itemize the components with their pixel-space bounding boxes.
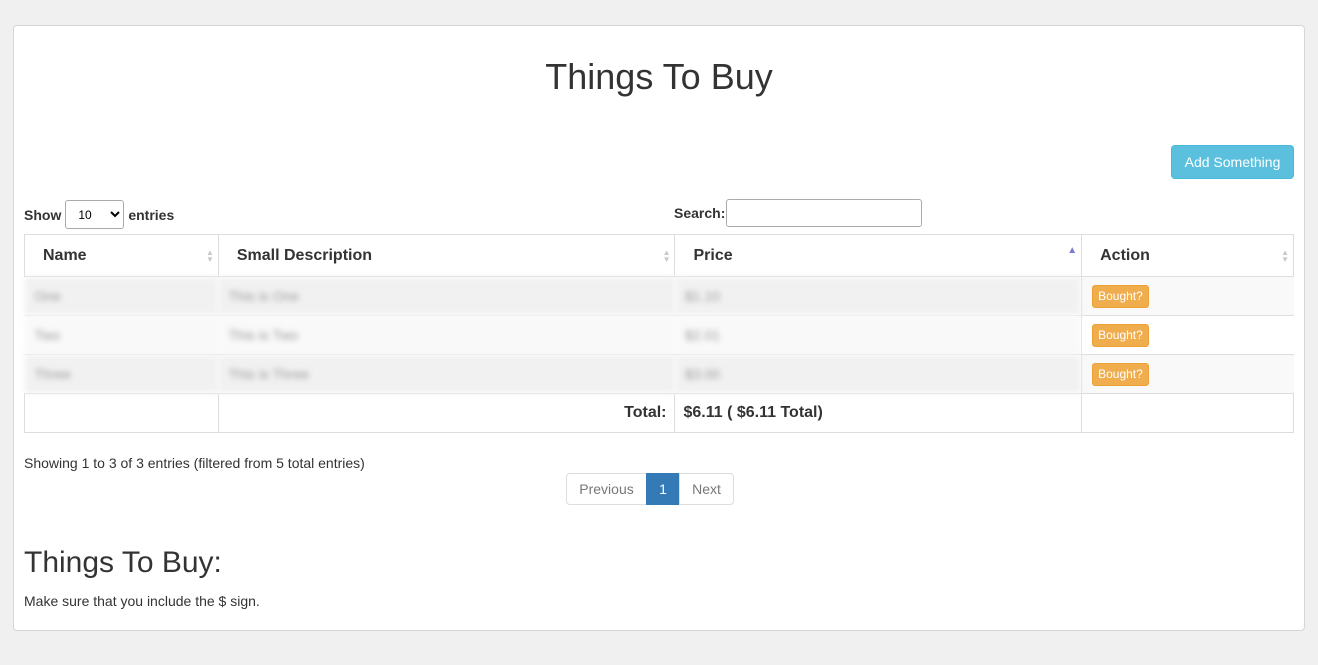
sort-ascending-icon: ▲ — [1067, 245, 1078, 256]
total-label: Total: — [217, 393, 676, 433]
column-header-price[interactable]: Price ▲ — [674, 234, 1083, 277]
item-description-cell: This is Three — [218, 354, 675, 394]
total-value: $6.11 ( $6.11 Total) — [674, 393, 1083, 433]
column-header-action[interactable]: Action ▲ ▼ — [1081, 234, 1294, 277]
sort-both-icon: ▲ ▼ — [662, 247, 671, 264]
column-header-description[interactable]: Small Description ▲ ▼ — [217, 234, 676, 277]
column-header-label: Small Description — [236, 246, 373, 264]
bought-button[interactable]: Bought? — [1092, 362, 1149, 386]
section-title: Things To Buy: — [24, 546, 222, 579]
search-input[interactable] — [726, 199, 923, 227]
page-title: Things To Buy — [545, 56, 773, 97]
table-header-row: Name ▲ ▼ Small Description ▲ ▼ Price ▲ Act… — [24, 234, 1294, 277]
column-header-label: Action — [1100, 246, 1150, 264]
section-hint: Make sure that you include the $ sign. — [24, 593, 260, 609]
item-action-cell: Bought? — [1081, 315, 1294, 355]
item-name-cell: One — [24, 276, 219, 316]
table-row: Two This is Two $2.01 Bought? — [24, 315, 1294, 355]
table-row: Three This is Three $3.00 Bought? — [24, 354, 1294, 394]
item-price-cell: $2.01 — [674, 315, 1082, 355]
entries-label: entries — [128, 206, 175, 223]
sort-both-icon: ▲ ▼ — [1281, 247, 1289, 264]
bought-button[interactable]: Bought? — [1092, 284, 1149, 308]
table-info: Showing 1 to 3 of 3 entries (filtered fr… — [24, 455, 365, 471]
table-footer-row: Total: $6.11 ( $6.11 Total) — [24, 393, 1294, 433]
column-header-label: Name — [43, 246, 87, 264]
item-name-cell: Three — [24, 354, 219, 394]
search-label: Search: — [674, 205, 726, 221]
next-page-button[interactable]: Next — [679, 473, 734, 505]
page-1-button[interactable]: 1 — [646, 473, 680, 505]
footer-empty-cell — [1081, 393, 1294, 433]
item-name-cell: Two — [24, 315, 219, 355]
footer-empty-cell — [24, 393, 219, 433]
table-row: One This is One $1.10 Bought? — [24, 276, 1294, 316]
add-something-button[interactable]: Add Something — [1171, 145, 1294, 179]
item-description-cell: This is Two — [218, 315, 675, 355]
search-control: Search: — [674, 199, 923, 227]
items-table: Name ▲ ▼ Small Description ▲ ▼ Price ▲ Act… — [24, 234, 1294, 433]
sort-both-icon: ▲ ▼ — [205, 247, 214, 264]
item-price-cell: $3.00 — [674, 354, 1082, 394]
entries-per-page-select[interactable]: 10 — [65, 200, 125, 229]
item-action-cell: Bought? — [1081, 276, 1294, 316]
column-header-label: Price — [693, 246, 733, 264]
item-price-cell: $1.10 — [674, 276, 1082, 316]
item-action-cell: Bought? — [1081, 354, 1294, 394]
main-panel: Things To Buy Add Something Show 10 entr… — [13, 25, 1305, 631]
item-description-cell: This is One — [218, 276, 675, 316]
column-header-name[interactable]: Name ▲ ▼ — [24, 234, 219, 277]
show-label: Show — [24, 206, 62, 223]
pagination: Previous 1 Next — [566, 473, 734, 505]
length-control: Show 10 entries — [24, 200, 174, 229]
previous-page-button[interactable]: Previous — [566, 473, 647, 505]
bought-button[interactable]: Bought? — [1092, 323, 1149, 347]
